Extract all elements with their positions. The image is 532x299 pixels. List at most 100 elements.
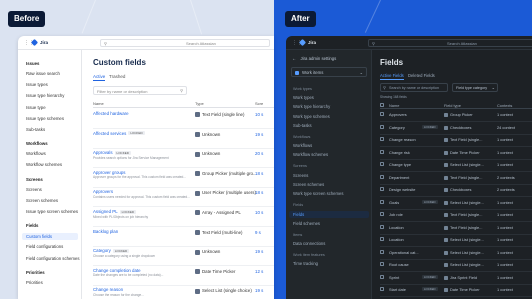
tab-trashed[interactable]: Trashed <box>109 74 125 79</box>
row-checkbox[interactable] <box>380 212 384 217</box>
field-name[interactable]: Affected hardware <box>93 111 129 116</box>
row-checkbox[interactable] <box>380 262 384 267</box>
row-checkbox[interactable] <box>380 112 384 117</box>
contexts-count[interactable]: 1 context <box>497 162 513 167</box>
sidebar-item[interactable]: Issue type schemes <box>26 116 64 121</box>
table-row[interactable]: Location Select List (single... 1 context <box>380 235 532 247</box>
contexts-count[interactable]: 1 context <box>497 250 513 255</box>
row-checkbox[interactable] <box>380 249 384 254</box>
sidebar-item[interactable]: Workflow schemes <box>26 162 62 167</box>
row-checkbox[interactable] <box>380 137 384 142</box>
field-name[interactable]: Job role <box>389 212 403 217</box>
field-name-text[interactable]: Change reason <box>93 287 123 292</box>
field-type-filter[interactable]: Field type category ⌄ <box>452 83 498 92</box>
sidebar-item[interactable]: Priorities <box>26 280 43 285</box>
field-name[interactable]: Operational cat... <box>389 250 419 255</box>
field-name[interactable]: Location <box>389 237 404 242</box>
table-row[interactable]: Location Text Field (single... 1 context <box>380 223 532 235</box>
field-name[interactable]: Approvers <box>389 112 407 117</box>
screens-count[interactable]: 18 s <box>255 171 263 176</box>
sidebar-item[interactable]: Fields <box>289 211 369 219</box>
screens-count[interactable]: 19 s <box>255 288 263 293</box>
contexts-count[interactable]: 1 context <box>497 112 513 117</box>
table-row[interactable]: Category LOCKED Choose a category using a … <box>93 247 274 267</box>
row-checkbox[interactable] <box>380 274 384 279</box>
row-checkbox[interactable] <box>380 174 384 179</box>
row-checkbox[interactable] <box>380 287 384 292</box>
sidebar-item[interactable]: Issue type screen schemes <box>26 209 78 214</box>
row-checkbox[interactable] <box>380 124 384 129</box>
col-screens[interactable]: Scre <box>255 101 263 106</box>
filter-input[interactable]: ⚲ Search by name or description <box>380 83 448 92</box>
row-checkbox[interactable] <box>380 224 384 229</box>
field-name[interactable]: Location <box>389 225 404 230</box>
sidebar-item[interactable]: Custom fields <box>22 233 78 241</box>
row-checkbox[interactable] <box>380 237 384 242</box>
col-field-type[interactable]: Field type <box>444 103 461 108</box>
search-input[interactable]: ⚲ Search Atlassian <box>368 39 532 47</box>
field-name[interactable]: Change type <box>389 162 411 167</box>
sidebar-item[interactable]: Issue type <box>26 105 46 110</box>
sidebar-item[interactable]: Issue type hierarchy <box>26 93 64 98</box>
sidebar-item[interactable]: Time tracking <box>293 261 318 266</box>
table-row[interactable]: Affected hardware Text Field (single line… <box>93 110 274 129</box>
sidebar-item[interactable]: Workflows <box>293 143 312 148</box>
contexts-count[interactable]: 1 context <box>497 212 513 217</box>
field-name[interactable]: Approvers <box>93 189 113 194</box>
table-row[interactable]: Approvers Contains users needed for appro… <box>93 188 274 208</box>
field-name[interactable]: Category <box>389 125 405 130</box>
field-name[interactable]: Change completion date <box>93 268 141 273</box>
contexts-count[interactable]: 1 context <box>497 150 513 155</box>
table-row[interactable]: Assigned PL LOCKED Mixed with PL/Objects o… <box>93 208 274 227</box>
screens-count[interactable]: 10 s <box>255 210 263 215</box>
field-name[interactable]: Approver groups <box>93 170 125 175</box>
section-switcher[interactable]: Work items ⌄ <box>291 67 367 77</box>
search-input[interactable]: ⚲ Search Atlassian <box>100 39 270 47</box>
field-name-text[interactable]: Affected services <box>93 131 126 136</box>
table-row[interactable]: Job role Text Field (single... 1 context <box>380 210 532 222</box>
table-row[interactable]: Change type Select List (single... 1 conte… <box>380 160 532 172</box>
sidebar-item[interactable]: Work type schemes <box>293 114 330 119</box>
field-name[interactable]: Department <box>389 175 409 180</box>
tab-active-fields[interactable]: Active Fields <box>380 73 404 80</box>
sidebar-item[interactable]: Field configuration schemes <box>26 256 80 261</box>
contexts-count[interactable]: 2 contexts <box>497 175 515 180</box>
sidebar-item[interactable]: Sub-tasks <box>293 123 312 128</box>
sidebar-item[interactable]: Screens <box>293 173 308 178</box>
contexts-count[interactable]: 24 context <box>497 125 515 130</box>
table-row[interactable]: Change completion date Date the changes a… <box>93 267 274 286</box>
table-row[interactable]: Approvers Group Picker 1 context <box>380 110 532 122</box>
field-name-text[interactable]: Approvals <box>93 150 113 155</box>
table-row[interactable]: Change reason Text Field (single... 1 cont… <box>380 135 532 147</box>
sidebar-item[interactable]: Field configurations <box>26 244 63 249</box>
screens-count[interactable]: 20 s <box>255 151 263 156</box>
sidebar-item[interactable]: Field schemes <box>293 221 320 226</box>
sidebar-item[interactable]: Issue types <box>26 82 48 87</box>
table-row[interactable]: Affected services LOCKED Unknown 19 s <box>93 130 274 149</box>
screens-count[interactable]: 9 s <box>255 230 261 235</box>
col-name[interactable]: Name <box>93 101 104 106</box>
table-row[interactable]: Approvals LOCKED Provides search options f… <box>93 149 274 169</box>
field-name-text[interactable]: Approver groups <box>93 170 125 175</box>
table-row[interactable]: Start date LOCKED Date Time Picker 1 contex… <box>380 285 532 297</box>
sidebar-item[interactable]: Data connections <box>293 241 325 246</box>
table-row[interactable]: Change reason Choose the reason for the c… <box>93 286 274 299</box>
field-name-text[interactable]: Change completion date <box>93 268 141 273</box>
sidebar-item[interactable]: Workflows <box>26 151 46 156</box>
screens-count[interactable]: 12 s <box>255 269 263 274</box>
field-name-text[interactable]: Backlog plan <box>93 229 118 234</box>
table-row[interactable]: Design website Checkboxes 2 contexts <box>380 185 532 197</box>
screens-count[interactable]: 10 s <box>255 112 263 117</box>
contexts-count[interactable]: 1 context <box>497 137 513 142</box>
field-name-text[interactable]: Approvers <box>93 189 113 194</box>
field-name[interactable]: Backlog plan <box>93 229 118 234</box>
row-checkbox[interactable] <box>380 149 384 154</box>
table-row[interactable]: Change risk Date Time Picker 1 context <box>380 148 532 160</box>
sidebar-item[interactable]: Work type hierarchy <box>293 104 330 109</box>
field-name[interactable]: Assigned PL LOCKED <box>93 209 136 214</box>
table-row[interactable]: Root cause Select List (single... 1 contex… <box>380 260 532 272</box>
field-name[interactable]: Approvals LOCKED <box>93 150 131 155</box>
filter-input[interactable]: Filter by name or description ⚲ <box>93 86 187 95</box>
back-to-settings[interactable]: ← Jira admin settings <box>292 56 336 61</box>
contexts-count[interactable]: 1 context <box>497 225 513 230</box>
